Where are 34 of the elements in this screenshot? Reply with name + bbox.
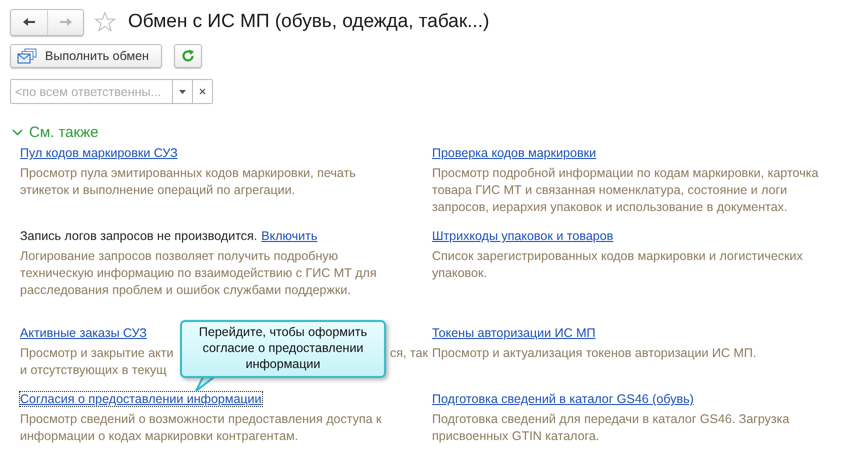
description-fragment: и отсутствующих в текущ [20,362,167,379]
link[interactable]: Токены авторизации ИС МП [431,325,596,341]
link-description: Просмотр сведений о возможности предоставления доступа к информации о кодах маркировки контрагентам. [20,411,382,445]
clear-icon [199,88,206,95]
link-description: Просмотр подробной информации по кодам маркировки, карточка товара ГИС МТ и связанная номенклатура, состояние и логи запросов, иерархия упаковок и использование в документах. [432,165,820,216]
back-arrow-icon [22,17,36,27]
chevron-icon [12,129,23,136]
refresh-icon [180,49,195,63]
forward-arrow-icon [58,17,72,27]
link[interactable]: Штрихкоды упаковок и товаров [431,228,614,244]
refresh-button[interactable] [174,44,202,68]
see-also-section-header[interactable]: См. также [12,124,98,141]
enable-link[interactable]: Включить [260,228,318,244]
link-description: Подготовка сведений для передачи в каталог GS46. Загрузка присвоенных GTIN каталога. [432,411,790,445]
status-text: Запись логов запросов не производится. [20,229,258,243]
window-title: Обмен с ИС МП (обувь, одежда, табак...) [128,11,490,33]
responsible-filter-field[interactable]: <по всем ответственны... [10,79,213,104]
link[interactable]: Активные заказы СУЗ [19,325,148,341]
link[interactable]: Пул кодов маркировки СУЗ [19,145,179,161]
exchange-button[interactable]: Выполнить обмен [10,44,162,68]
link[interactable]: Подготовка сведений в каталог GS46 (обувь) [431,391,695,407]
link-description: Просмотр пула эмитированных кодов маркировки, печать этикеток и выполнение операций по агрегации. [20,165,357,199]
link-description: Логирование запросов позволяет получить подробную техническую информацию по взаимодействию с ГИС МТ для расследования проблем и ошибок службами поддержки. [20,248,378,299]
dropdown-caret-icon [179,90,186,94]
link[interactable]: Проверка кодов маркировки [431,145,598,161]
description-fragment: Просмотр и закрытие акти [20,345,174,362]
link-description: Список зарегистрированных кодов маркировки и логистических упаковок. [432,248,804,282]
tooltip: Перейдите, чтобы оформить согласие о предоставлении информации [180,320,386,378]
clear-button[interactable] [192,80,212,103]
link[interactable]: Согласия о предоставлении информации [19,391,263,407]
description-fragment: ся, так [390,345,428,362]
favorite-star-icon[interactable] [94,11,116,33]
envelopes-icon [17,48,37,64]
link-description: Просмотр и актуализация токенов авторизации ИС МП. [432,345,758,362]
